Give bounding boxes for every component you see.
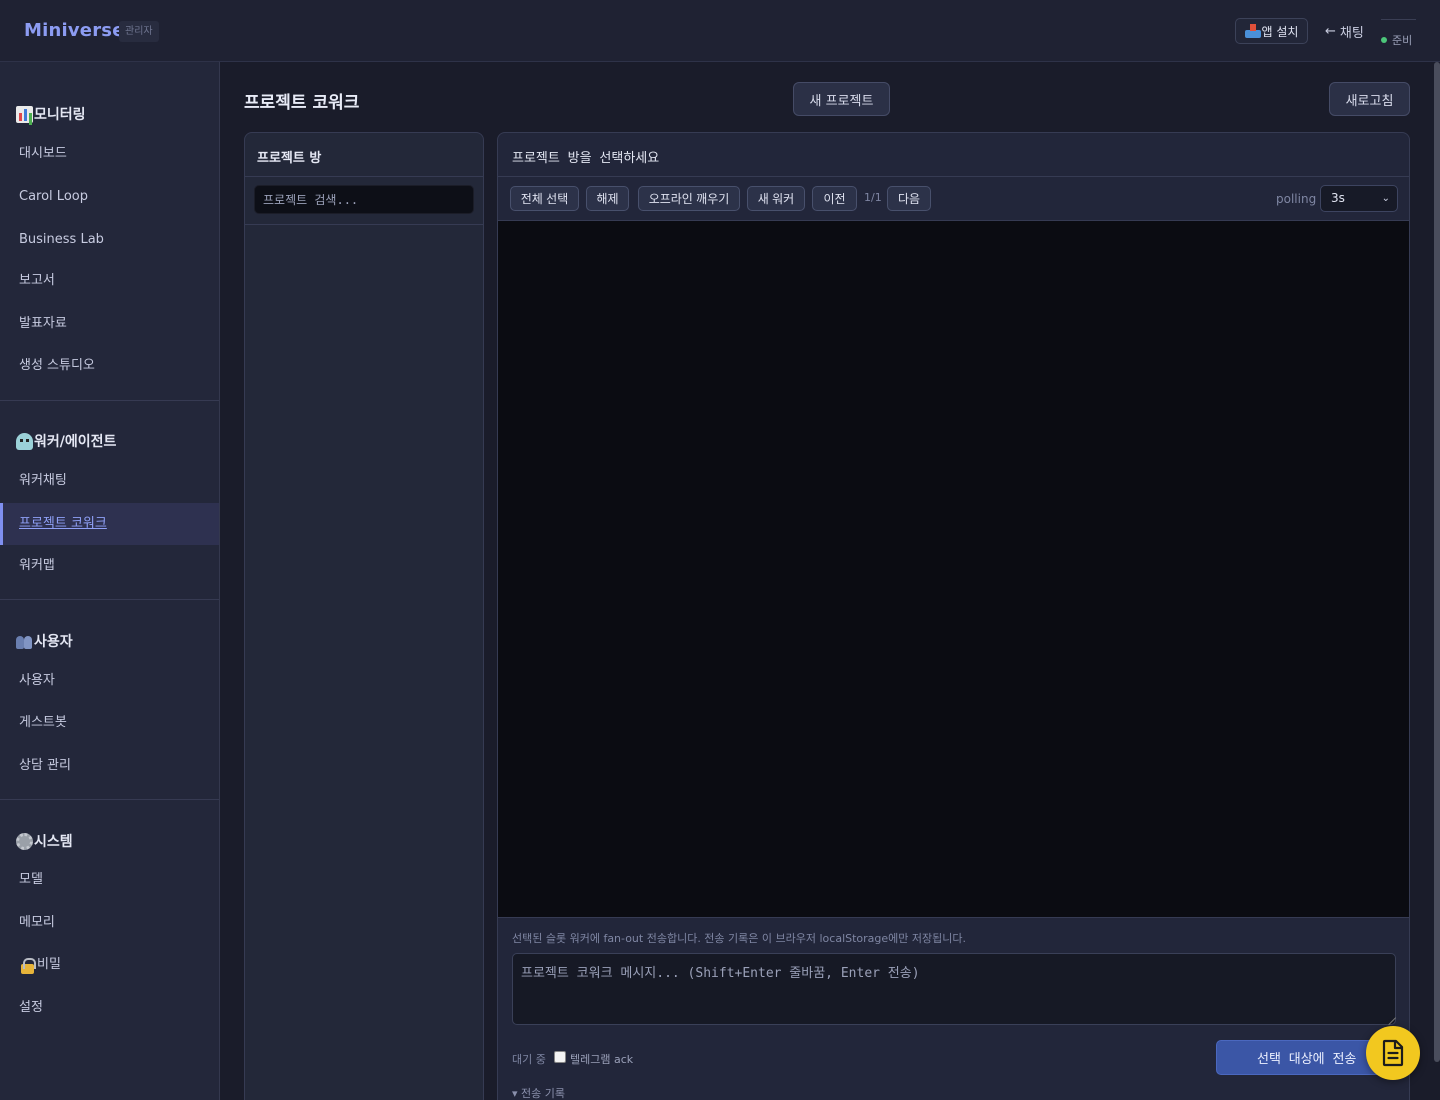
rooms-panel-title: 프로젝트 방 — [245, 133, 483, 177]
sidebar-item-presentations[interactable]: 발표자료 — [0, 303, 219, 345]
new-project-button[interactable]: 새 프로젝트 — [793, 82, 890, 116]
message-composer[interactable] — [512, 953, 1396, 1025]
wait-status: 대기 중 — [512, 1053, 546, 1066]
status-text: 준비 — [1392, 34, 1413, 47]
connection-status: 준비 — [1381, 19, 1416, 48]
telegram-ack-checkbox[interactable] — [554, 1051, 566, 1063]
deselect-button[interactable]: 해제 — [586, 186, 629, 211]
back-to-chat-link[interactable]: ← 채팅 — [1325, 22, 1364, 41]
sidebar-item-users[interactable]: 사용자 — [0, 660, 219, 702]
wake-offline-button[interactable]: 오프라인 깨우기 — [638, 186, 740, 211]
sidebar-item-project-cowork[interactable]: 프로젝트 코워크 — [0, 503, 219, 545]
project-rooms-panel: 프로젝트 방 — [244, 132, 484, 1100]
users-icon — [16, 633, 33, 650]
nav-group-monitoring: 모니터링 — [16, 104, 86, 124]
page-indicator: 1/1 — [864, 191, 882, 204]
nav-group-title: 워커/에이전트 — [34, 434, 117, 450]
message-area — [498, 221, 1409, 918]
top-header: Miniverse 관리자 앱 설치 ← 채팅 준비 — [0, 0, 1440, 62]
app-install-label: 앱 설치 — [1261, 24, 1299, 39]
nav-divider — [0, 799, 219, 800]
select-all-button[interactable]: 전체 선택 — [510, 186, 579, 211]
chevron-down-icon: ⌄ — [1381, 193, 1390, 204]
status-dot-icon — [1381, 37, 1387, 43]
worker-toolbar: 전체 선택 해제 오프라인 깨우기 새 워커 이전 1/1 다음 polling… — [498, 177, 1409, 221]
project-chat-panel: 프로젝트 방을 선택하세요 전체 선택 해제 오프라인 깨우기 새 워커 이전 … — [497, 132, 1410, 1100]
telegram-ack-label: 텔레그램 ack — [570, 1053, 634, 1066]
page-title: 프로젝트 코워크 — [244, 93, 360, 113]
brand-logo[interactable]: Miniverse — [24, 20, 125, 41]
sidebar-item-business-lab[interactable]: Business Lab — [0, 219, 219, 261]
polling-interval-select[interactable]: 3s ⌄ — [1320, 185, 1398, 212]
sidebar-item-worker-map[interactable]: 워커맵 — [0, 545, 219, 587]
rooms-search-wrap — [245, 177, 483, 225]
nav-divider — [0, 599, 219, 600]
project-search-input[interactable] — [254, 185, 474, 214]
robot-icon — [16, 432, 33, 450]
bar-chart-icon — [16, 105, 33, 123]
sidebar: 모니터링 대시보드 Carol Loop Business Lab 보고서 발표… — [0, 62, 220, 1100]
chat-panel-title: 프로젝트 방을 선택하세요 — [498, 133, 1409, 177]
app-install-button[interactable]: 앱 설치 — [1235, 18, 1308, 44]
arrow-left-icon: ← — [1325, 24, 1336, 39]
lock-icon — [19, 957, 36, 974]
next-page-button[interactable]: 다음 — [887, 186, 931, 211]
sidebar-item-generation-studio[interactable]: 생성 스튜디오 — [0, 345, 219, 387]
nav-group-users: 사용자 — [16, 631, 73, 651]
sidebar-item-secrets[interactable]: 비밀 — [0, 944, 219, 986]
sidebar-item-models[interactable]: 모델 — [0, 859, 219, 901]
inbox-tray-icon — [1244, 24, 1261, 38]
send-history-toggle[interactable]: ▾ 전송 기록 — [512, 1085, 565, 1100]
nav-group-title: 모니터링 — [34, 107, 86, 123]
nav-divider — [0, 400, 219, 401]
prev-page-button[interactable]: 이전 — [812, 186, 857, 211]
nav-group-title: 시스템 — [34, 834, 73, 850]
role-badge: 관리자 — [119, 21, 159, 42]
sidebar-item-worker-chat[interactable]: 워커채팅 — [0, 460, 219, 502]
document-icon — [1382, 1039, 1404, 1067]
sidebar-item-carol-loop[interactable]: Carol Loop — [0, 176, 219, 218]
polling-label: polling — [1276, 192, 1317, 206]
sidebar-item-consultations[interactable]: 상담 관리 — [0, 745, 219, 787]
polling-value: 3s — [1331, 191, 1345, 205]
sidebar-item-label: 비밀 — [37, 957, 61, 972]
sidebar-item-guestbot[interactable]: 게스트봇 — [0, 702, 219, 744]
nav-group-title: 사용자 — [34, 634, 73, 650]
sidebar-item-settings[interactable]: 설정 — [0, 987, 219, 1029]
gear-icon — [16, 832, 33, 850]
sidebar-item-dashboard[interactable]: 대시보드 — [0, 133, 219, 175]
nav-group-system: 시스템 — [16, 831, 73, 851]
back-to-chat-label: 채팅 — [1339, 26, 1364, 41]
page-scrollbar[interactable] — [1434, 62, 1440, 1062]
nav-group-workers: 워커/에이전트 — [16, 431, 116, 451]
sidebar-item-reports[interactable]: 보고서 — [0, 260, 219, 302]
sidebar-item-memory[interactable]: 메모리 — [0, 902, 219, 944]
fanout-note: 선택된 슬롯 워커에 fan-out 전송합니다. 전송 기록은 이 브라우저 … — [512, 932, 966, 945]
notes-fab-button[interactable] — [1366, 1026, 1420, 1080]
refresh-button[interactable]: 새로고침 — [1329, 82, 1410, 116]
new-worker-button[interactable]: 새 워커 — [747, 186, 805, 211]
